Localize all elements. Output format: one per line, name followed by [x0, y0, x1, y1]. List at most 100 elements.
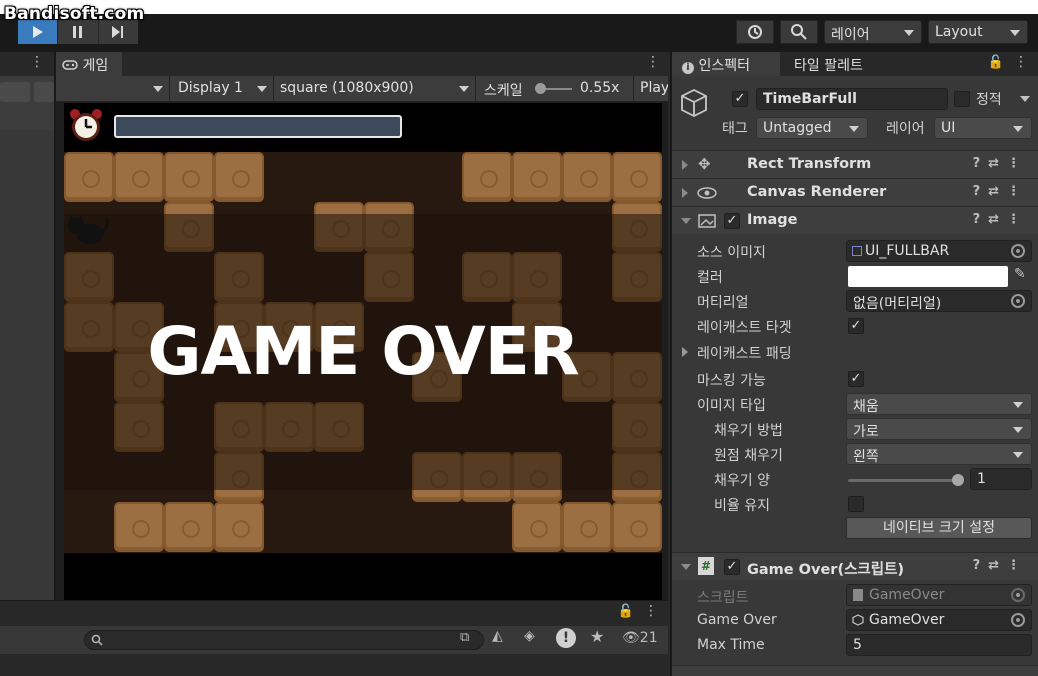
material-field[interactable]: 없음(머티리얼) — [846, 290, 1032, 312]
fill-origin-value: 왼쪽 — [853, 449, 879, 465]
game-over-script-title: Game Over(스크립트) — [747, 562, 905, 578]
tag-dropdown[interactable]: Untagged — [756, 117, 868, 139]
tab-tile-palette-label: 타일 팔레트 — [794, 58, 863, 74]
canvas-renderer-title: Canvas Renderer — [747, 184, 887, 200]
active-checkbox[interactable]: ✓ — [732, 91, 748, 107]
max-time-field[interactable]: 5 — [846, 634, 1032, 656]
display-dropdown[interactable]: Display 1 — [172, 76, 274, 102]
script-enabled-checkbox[interactable]: ✓ — [724, 559, 740, 575]
component-actions[interactable]: ?⇄⋮ — [973, 184, 1028, 199]
tab-game-label: 게임 — [82, 58, 109, 74]
layout-dropdown[interactable]: Layout — [928, 20, 1028, 44]
watermark: Bandisoft.com — [4, 4, 145, 24]
script-value: GameOver — [869, 587, 945, 603]
lock-icon[interactable]: 🔓 — [988, 55, 1004, 70]
history-icon — [748, 25, 762, 39]
fill-amount-slider-thumb[interactable] — [952, 474, 964, 486]
more-icon[interactable]: ⋮ — [644, 603, 658, 619]
play-icon — [32, 26, 43, 38]
more-icon[interactable]: ⋮ — [30, 54, 44, 70]
preserve-aspect-label: 비율 유지 — [714, 498, 770, 514]
component-actions[interactable]: ?⇄⋮ — [973, 558, 1028, 573]
game-over-object-field[interactable]: GameOver — [846, 609, 1032, 631]
eye-icon — [697, 187, 717, 199]
script-icon: # — [698, 557, 714, 575]
search-icon — [791, 24, 807, 40]
tag-label: 태그 — [722, 121, 748, 137]
fill-amount-slider-track[interactable] — [848, 479, 960, 482]
fill-amount-label: 채우기 양 — [714, 473, 770, 489]
component-image[interactable]: ✓ Image ?⇄⋮ — [672, 206, 1038, 234]
search-input[interactable] — [84, 630, 484, 650]
search-mode-icon[interactable]: ⧉ — [460, 630, 482, 650]
chevron-down-icon — [1010, 30, 1020, 36]
create-button[interactable] — [0, 82, 30, 102]
more-icon[interactable]: ⋮ — [1014, 54, 1028, 70]
eyedropper-icon[interactable]: ✎ — [1014, 266, 1026, 282]
layers-dropdown[interactable]: 레이어 — [824, 20, 922, 44]
expand-arrow-icon[interactable] — [682, 347, 688, 357]
component-canvas-renderer[interactable]: Canvas Renderer ?⇄⋮ — [672, 178, 1038, 206]
scale-slider-thumb[interactable] — [535, 83, 546, 94]
fill-method-label: 채우기 방법 — [714, 423, 783, 439]
layer-value: UI — [941, 120, 956, 136]
set-native-size-button[interactable]: 네이티브 크기 설정 — [846, 517, 1032, 539]
collapse-arrow-icon[interactable] — [681, 218, 691, 224]
static-dropdown-icon[interactable] — [1020, 96, 1030, 102]
eye-icon: 👁 — [622, 630, 640, 646]
more-icon[interactable]: ⋮ — [646, 54, 660, 70]
tab-inspector[interactable]: i 인스펙터 — [672, 52, 780, 76]
raycast-padding-label[interactable]: 레이캐스트 패딩 — [697, 343, 792, 363]
visible-count: 21 — [639, 630, 658, 646]
object-picker-icon[interactable] — [1011, 294, 1025, 308]
hierarchy-toolbar — [0, 76, 54, 130]
raycast-target-checkbox[interactable]: ✓ — [848, 318, 864, 334]
color-swatch[interactable] — [848, 266, 1008, 287]
static-checkbox[interactable] — [954, 91, 970, 107]
fill-origin-dropdown[interactable]: 왼쪽 — [846, 443, 1032, 465]
warning-filter-icon[interactable]: ! — [556, 628, 576, 648]
fill-amount-field[interactable]: 1 — [970, 468, 1032, 490]
favorite-star-icon[interactable]: ★ — [590, 627, 610, 647]
visibility-count[interactable]: 👁21 — [622, 630, 662, 650]
object-picker-icon[interactable] — [1011, 244, 1025, 258]
source-image-field[interactable]: UI_FULLBAR — [846, 240, 1032, 262]
expand-arrow-icon[interactable] — [682, 160, 688, 170]
image-enabled-checkbox[interactable]: ✓ — [724, 213, 740, 229]
play-focus-dropdown[interactable]: Play — [634, 76, 668, 102]
image-icon — [698, 214, 716, 228]
image-type-dropdown[interactable]: 채움 — [846, 393, 1032, 415]
image-type-label: 이미지 타입 — [697, 398, 766, 414]
object-picker-icon[interactable] — [1011, 613, 1025, 627]
collapse-arrow-icon[interactable] — [681, 564, 691, 570]
component-actions[interactable]: ?⇄⋮ — [973, 156, 1028, 171]
chevron-down-icon — [1013, 452, 1023, 458]
expand-arrow-icon[interactable] — [682, 188, 688, 198]
label-filter-icon[interactable]: ◈ — [524, 628, 542, 648]
game-over-text: GAME OVER — [147, 313, 579, 390]
component-rect-transform[interactable]: ✥ Rect Transform ?⇄⋮ — [672, 150, 1038, 178]
component-actions[interactable]: ?⇄⋮ — [973, 212, 1028, 227]
maskable-checkbox[interactable]: ✓ — [848, 371, 864, 387]
search-button[interactable] — [780, 20, 818, 44]
play-focus-label: Play — [640, 80, 668, 96]
layer-dropdown[interactable]: UI — [934, 117, 1032, 139]
component-game-over-script[interactable]: # ✓ Game Over(스크립트) ?⇄⋮ — [672, 552, 1038, 580]
tab-tile-palette[interactable]: 타일 팔레트 — [784, 52, 894, 76]
fill-method-dropdown[interactable]: 가로 — [846, 418, 1032, 440]
game-mode-dropdown[interactable] — [56, 76, 170, 102]
history-button[interactable] — [736, 20, 774, 44]
lock-icon[interactable]: 🔓 — [618, 604, 634, 619]
type-filter-icon[interactable]: ◭ — [492, 628, 510, 648]
pause-icon — [72, 26, 82, 38]
tab-game[interactable]: 게임 — [56, 52, 122, 76]
resolution-dropdown[interactable]: square (1080x900) — [274, 76, 476, 102]
next-component-header — [672, 665, 1038, 676]
chevron-down-icon — [849, 126, 859, 132]
filter-button[interactable] — [34, 82, 54, 102]
gameobject-cube-icon[interactable] — [680, 88, 708, 118]
object-name-field[interactable]: TimeBarFull — [756, 88, 948, 110]
preserve-aspect-checkbox[interactable] — [848, 496, 864, 512]
chevron-down-icon — [1013, 402, 1023, 408]
image-title: Image — [747, 212, 798, 228]
